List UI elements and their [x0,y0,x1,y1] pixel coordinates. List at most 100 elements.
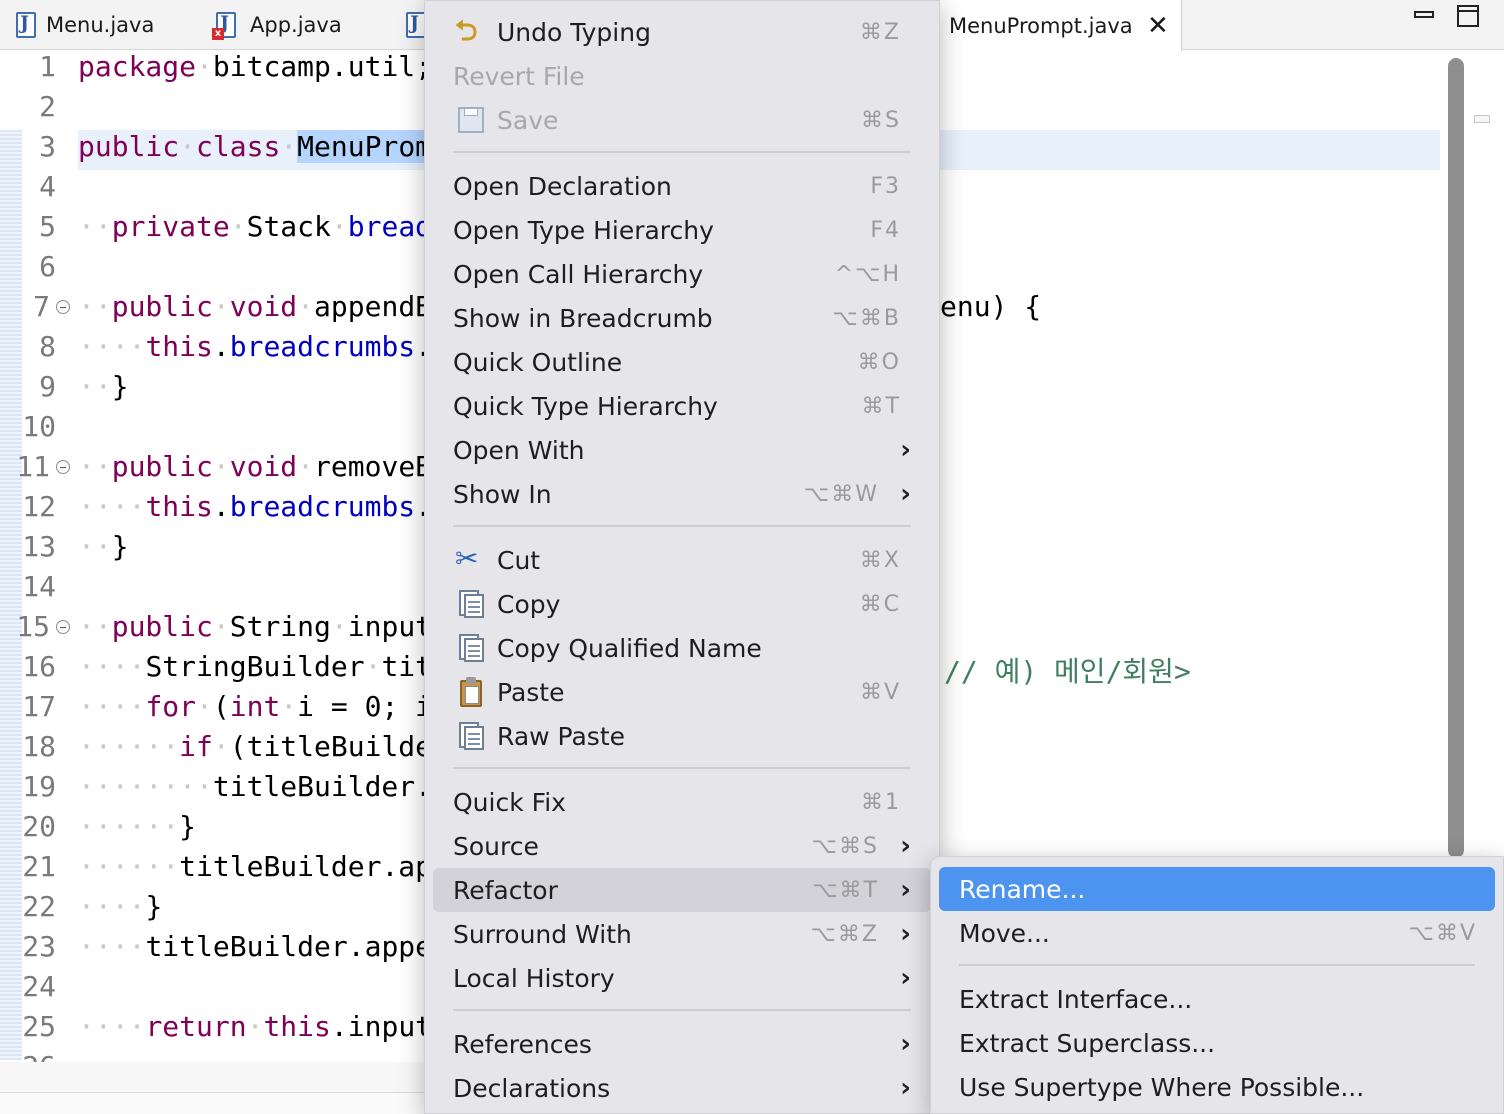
menu-item-label: Local History [453,963,615,993]
keyword: class [196,130,281,163]
line-number: 23 [22,930,56,963]
line-number: 3 [39,130,56,163]
menu-item-show-in-breadcrumb[interactable]: Show in Breadcrumb ⌥⌘B [433,296,931,340]
menu-item-shortcut: ⌥⌘V [1408,920,1477,946]
chevron-right-icon: › [900,875,911,905]
tab-menuprompt-java[interactable]: MenuPrompt.java ✕ [936,0,1182,51]
code-text: bitcamp.util; [212,50,433,83]
keyword: this [145,490,213,523]
maximize-icon[interactable] [1456,4,1480,33]
vertical-scrollbar[interactable] [1448,58,1464,858]
code-line-7: ··public·void·appendBr [78,290,449,323]
menu-item-declarations[interactable]: Declarations › [433,1066,931,1110]
minimize-icon[interactable] [1414,4,1434,29]
menu-item-label: Paste [497,677,565,707]
keyword: public [111,610,213,643]
line-number: 14 [22,570,56,603]
menu-item-shortcut: F3 [870,173,901,199]
chevron-right-icon: › [900,1073,911,1103]
chevron-right-icon: › [900,831,911,861]
scissors-icon: ✂ [455,542,479,575]
keyword: public [78,130,180,163]
fold-toggle-icon[interactable] [56,300,70,314]
keyword: return [145,1010,247,1043]
menu-item-open-declaration[interactable]: Open Declaration F3 [433,164,931,208]
menu-item-shortcut: ⌘O [857,349,901,375]
menu-item-references[interactable]: References › [433,1022,931,1066]
code-text: StringBuilder [145,650,365,683]
tab-app-java[interactable]: Jx App.java [200,0,400,50]
submenu-item-use-supertype[interactable]: Use Supertype Where Possible... [939,1065,1495,1109]
java-file-error-icon: Jx [212,10,238,40]
code-line-5: ··private·Stack·bread [78,210,433,243]
menu-item-save[interactable]: Save ⌘S [433,98,931,142]
submenu-item-move[interactable]: Move... ⌥⌘V [939,911,1495,955]
fold-toggle-icon[interactable] [56,620,70,634]
horizontal-scrollbar[interactable] [0,1062,430,1092]
keyword: void [229,450,298,483]
menu-item-surround-with[interactable]: Surround With ⌥⌘Z › [433,912,931,956]
tab-label: Menu.java [46,13,155,37]
menu-item-copy-qualified-name[interactable]: Copy Qualified Name [433,626,931,670]
code-line-17: ····for·(int·i = 0; i [78,690,433,723]
menu-item-local-history[interactable]: Local History › [433,956,931,1000]
keyword: package [78,50,197,83]
submenu-item-extract-superclass[interactable]: Extract Superclass... [939,1021,1495,1065]
menu-item-label: Refactor [453,875,558,905]
code-line-18: ······if·(titleBuilder [78,730,449,763]
code-line-7-tail: enu) { [940,290,1041,323]
menu-item-raw-paste[interactable]: Raw Paste [433,714,931,758]
menu-item-copy[interactable]: Copy ⌘C [433,582,931,626]
menu-item-undo-typing[interactable]: ⮌ Undo Typing ⌘Z [433,10,931,54]
menu-item-quick-fix[interactable]: Quick Fix ⌘1 [433,780,931,824]
code-line-9: ··} [78,370,129,403]
menu-item-shortcut: ⌥⌘B [832,305,901,331]
menu-item-refactor[interactable]: Refactor ⌥⌘T › [433,868,931,912]
tab-label: App.java [250,13,342,37]
keyword: public [111,450,213,483]
menu-item-label: Show in Breadcrumb [453,303,713,333]
line-number: 21 [22,850,56,883]
line-number: 13 [22,530,56,563]
menu-item-shortcut: ⌥⌘T [812,877,879,903]
fold-toggle-icon[interactable] [56,460,70,474]
menu-item-label: Open With [453,435,585,465]
raw-paste-icon [455,720,487,752]
code-text: } [179,810,197,843]
code-line-19: ········titleBuilder.a [78,770,449,803]
menu-item-open-type-hierarchy[interactable]: Open Type Hierarchy F4 [433,208,931,252]
line-number: 18 [22,730,56,763]
save-icon [455,104,487,136]
menu-item-cut[interactable]: ✂ Cut ⌘X [433,538,931,582]
menu-item-label: Surround With [453,919,632,949]
menu-item-label: Show In [453,479,552,509]
menu-item-paste[interactable]: Paste ⌘V [433,670,931,714]
menu-separator [453,767,911,769]
line-number: 25 [22,1010,56,1043]
menu-item-shortcut: ⌥⌘S [811,833,879,859]
menu-item-label: Undo Typing [497,17,651,47]
code-line-15: ··public·String·inputM [78,610,449,643]
menu-item-quick-type-hierarchy[interactable]: Quick Type Hierarchy ⌘T [433,384,931,428]
line-number: 24 [22,970,56,1003]
line-number: 12 [22,490,56,523]
menu-item-show-in[interactable]: Show In ⌥⌘W › [433,472,931,516]
menu-item-source[interactable]: Source ⌥⌘S › [433,824,931,868]
submenu-item-rename[interactable]: Rename... [939,867,1495,911]
menu-item-quick-outline[interactable]: Quick Outline ⌘O [433,340,931,384]
menu-item-open-with[interactable]: Open With › [433,428,931,472]
tab-menu-java[interactable]: J Menu.java [0,0,200,50]
submenu-item-extract-interface[interactable]: Extract Interface... [939,977,1495,1021]
line-number: 7 [33,290,50,323]
field-name: breadcrumbs [229,330,416,363]
menu-item-revert-file[interactable]: Revert File [433,54,931,98]
menu-item-shortcut: ⌘S [861,107,901,133]
copy-icon [455,588,487,620]
close-icon[interactable]: ✕ [1147,11,1169,41]
keyword: for [145,690,197,723]
menu-item-open-call-hierarchy[interactable]: Open Call Hierarchy ^⌥H [433,252,931,296]
line-number: 8 [39,330,56,363]
chevron-right-icon: › [900,919,911,949]
line-number: 2 [39,90,56,123]
overview-ruler-mark[interactable] [1474,115,1490,123]
